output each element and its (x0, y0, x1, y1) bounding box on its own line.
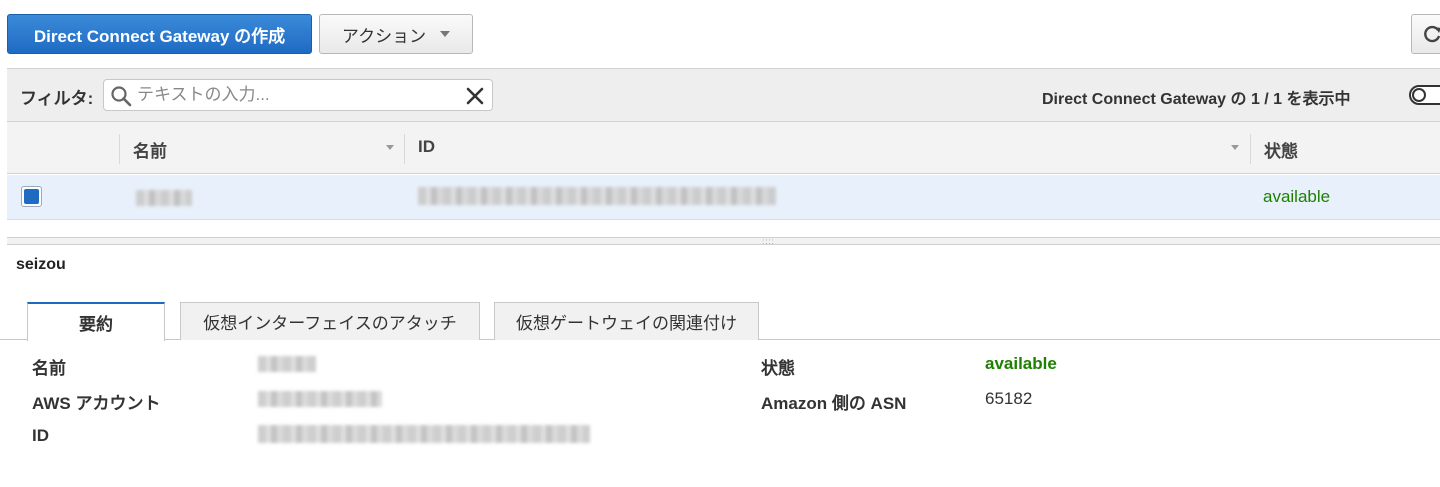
field-label-amazon-asn: Amazon 側の ASN (761, 394, 907, 413)
search-icon (111, 86, 132, 107)
column-separator (119, 134, 120, 164)
redacted-name-value (258, 356, 316, 372)
result-count-text: Direct Connect Gateway の 1 / 1 を表示中 (1042, 91, 1351, 108)
create-gateway-button[interactable]: Direct Connect Gateway の作成 (7, 14, 312, 54)
status-cell: available (1263, 187, 1331, 206)
table-row[interactable]: available (7, 175, 1440, 220)
field-label-name: 名前 (32, 359, 66, 378)
tab-virtual-interface-attachments[interactable]: 仮想インターフェイスのアタッチ (180, 302, 480, 340)
filter-bar: フィルタ: Direct Connect Gateway の 1 / 1 を表示… (7, 68, 1440, 122)
filter-input[interactable] (137, 82, 457, 108)
row-checkbox[interactable] (21, 186, 42, 207)
toolbar: Direct Connect Gateway の作成 アクション (0, 0, 1440, 68)
sort-caret-icon[interactable] (386, 145, 394, 150)
actions-label: アクション (341, 26, 427, 46)
column-separator (1250, 134, 1251, 164)
field-label-status: 状態 (761, 359, 795, 378)
settings-toggle[interactable] (1409, 85, 1440, 105)
column-separator (404, 134, 405, 164)
redacted-id (418, 187, 776, 205)
column-header-name[interactable]: 名前 (133, 137, 167, 162)
toggle-knob (1412, 88, 1426, 102)
field-value-amazon-asn: 65182 (985, 389, 1033, 408)
clear-filter-icon[interactable] (466, 87, 484, 105)
pane-splitter[interactable]: :::: (7, 237, 1440, 246)
chevron-down-icon (440, 31, 451, 37)
tab-label: 仮想ゲートウェイの関連付け (516, 314, 737, 333)
refresh-button[interactable] (1411, 14, 1440, 54)
checkbox-checked-mark (24, 189, 39, 204)
tab-label: 仮想インターフェイスのアタッチ (203, 314, 457, 333)
drag-handle-icon[interactable]: :::: (762, 238, 775, 246)
column-header-status[interactable]: 状態 (1264, 137, 1298, 162)
sort-caret-icon[interactable] (1231, 145, 1239, 150)
redacted-account-value (258, 391, 382, 407)
filter-input-container (103, 79, 493, 111)
detail-title: seizou (16, 256, 66, 273)
tab-label: 要約 (79, 315, 113, 334)
refresh-icon (1424, 25, 1440, 43)
field-value-status: available (985, 354, 1057, 373)
redacted-name (136, 190, 192, 206)
redacted-id-value (258, 425, 590, 443)
table-header: 名前 ID 状態 (7, 122, 1440, 174)
field-label-id: ID (32, 426, 49, 445)
tab-summary[interactable]: 要約 (27, 302, 165, 341)
tab-virtual-gateway-associations[interactable]: 仮想ゲートウェイの関連付け (494, 302, 759, 340)
column-header-id[interactable]: ID (418, 137, 435, 157)
create-gateway-label: Direct Connect Gateway の作成 (33, 26, 286, 46)
detail-tabs: 要約 仮想インターフェイスのアタッチ 仮想ゲートウェイの関連付け (0, 302, 1440, 341)
field-label-aws-account: AWS アカウント (32, 394, 161, 413)
filter-label: フィルタ: (20, 89, 94, 108)
actions-dropdown-button[interactable]: アクション (319, 14, 473, 54)
